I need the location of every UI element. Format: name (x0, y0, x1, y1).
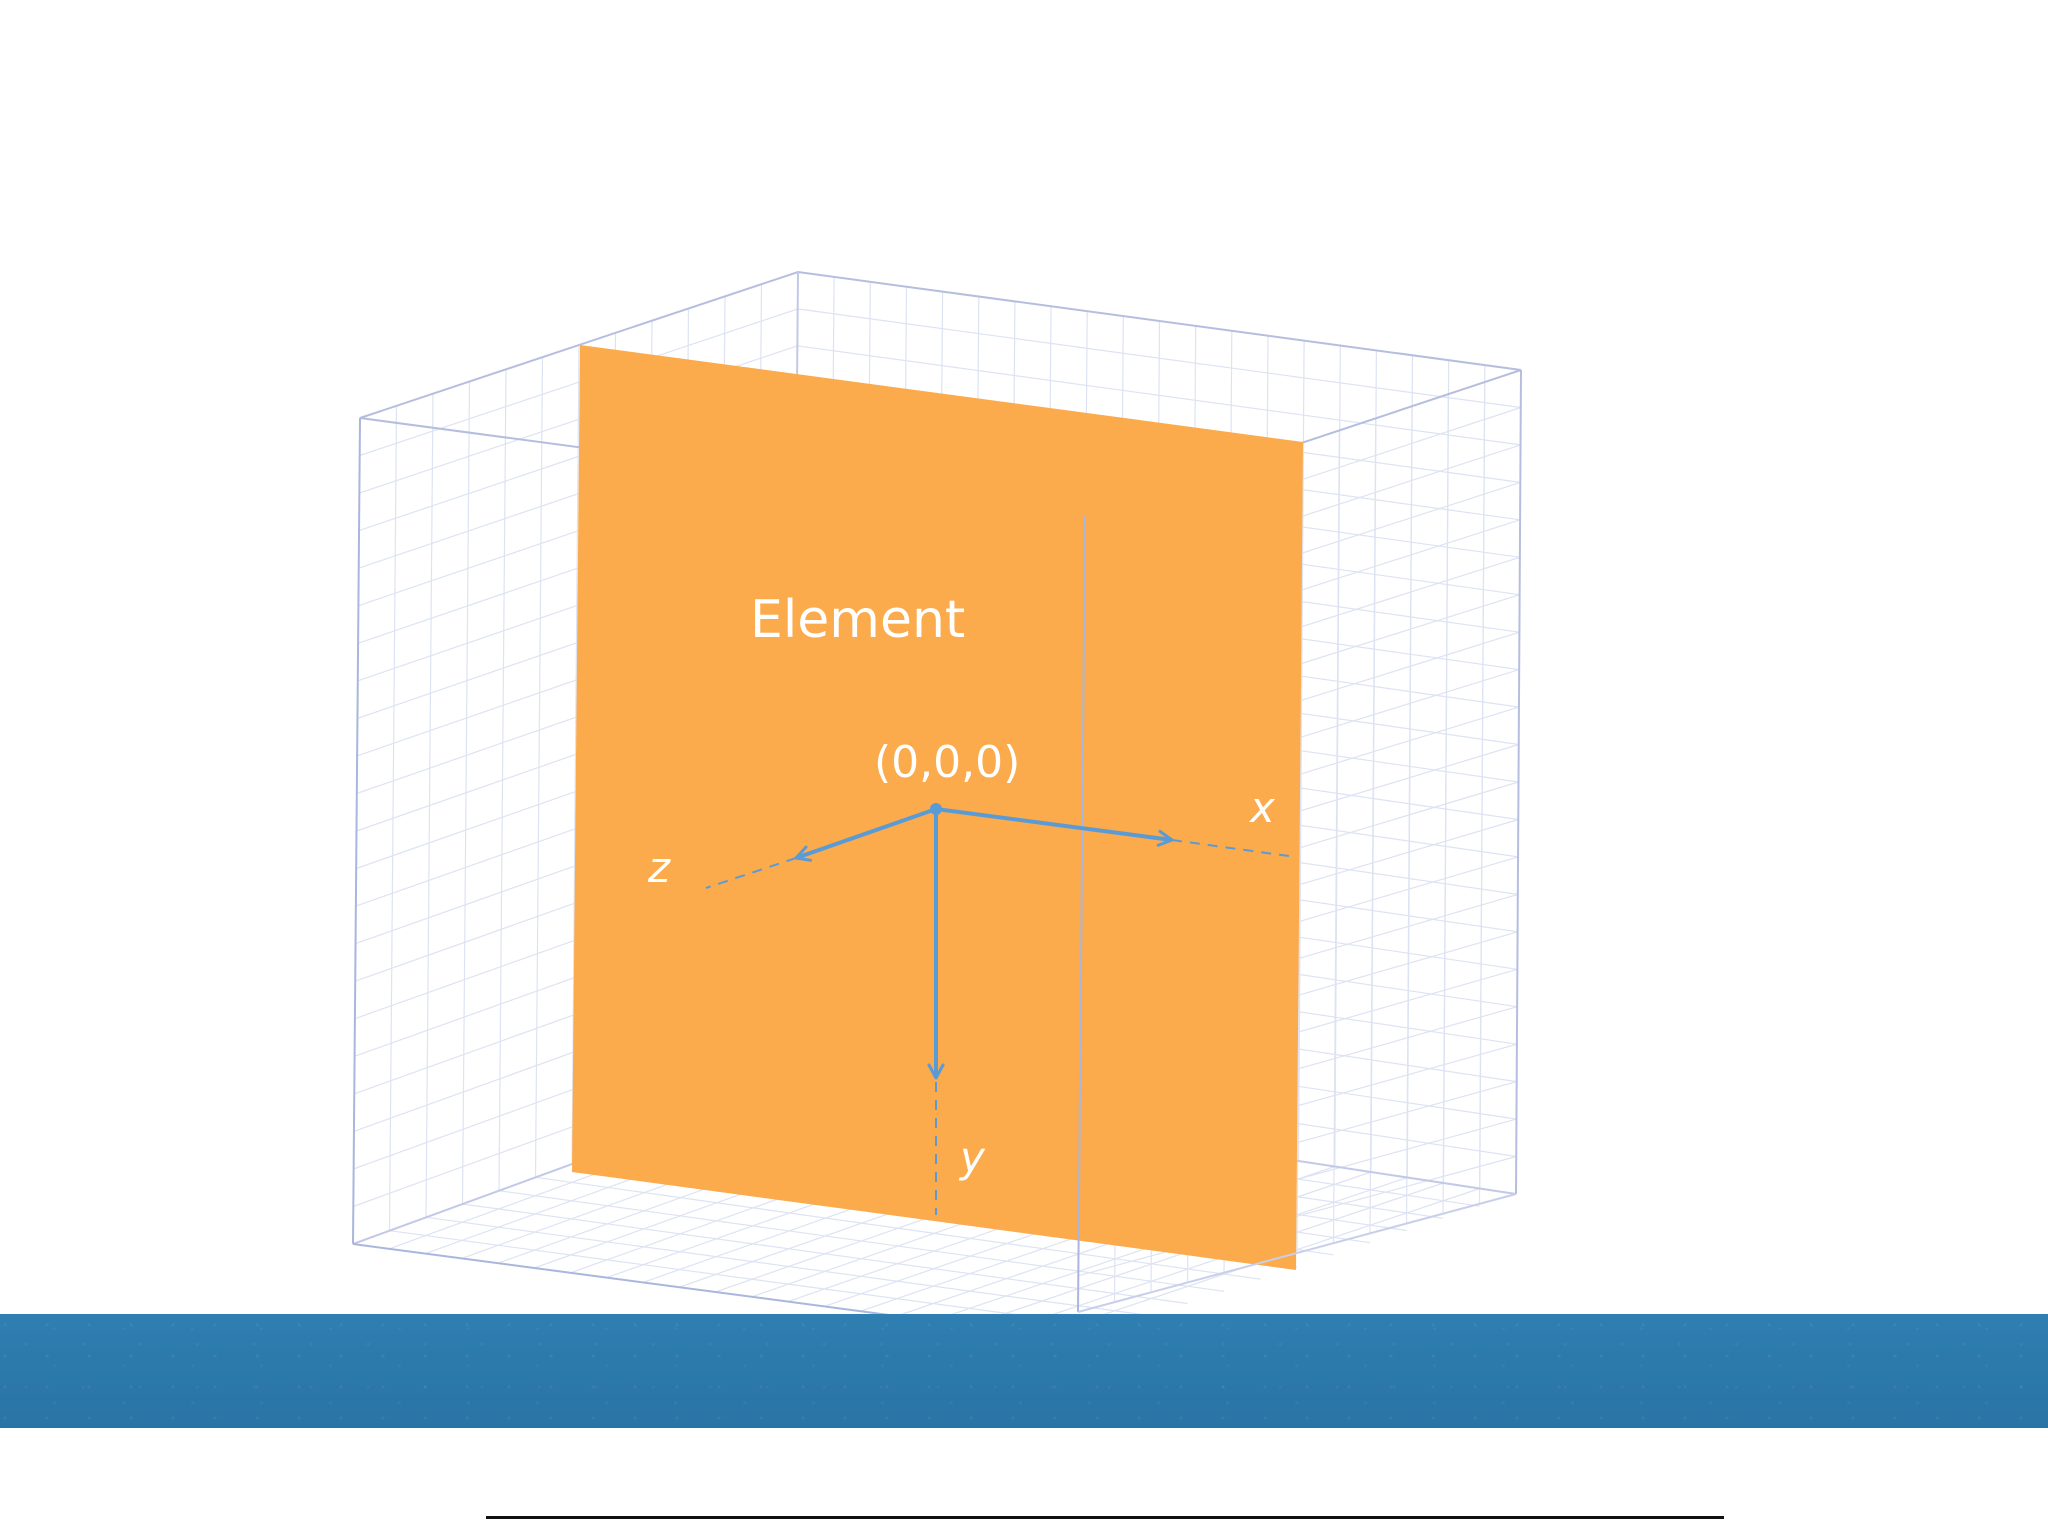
bottom-divider-line (486, 1516, 1724, 1519)
3d-coordinate-diagram: Element (0,0,0) x z y (352, 270, 1522, 1341)
banner-texture (0, 1314, 2048, 1428)
x-axis-label: x (1248, 783, 1276, 832)
y-axis-label: y (958, 1133, 986, 1182)
element-label: Element (750, 590, 965, 650)
blue-banner (0, 1314, 2048, 1428)
origin-label: (0,0,0) (874, 737, 1020, 788)
z-axis-label: z (647, 843, 671, 892)
origin-point (930, 803, 942, 815)
